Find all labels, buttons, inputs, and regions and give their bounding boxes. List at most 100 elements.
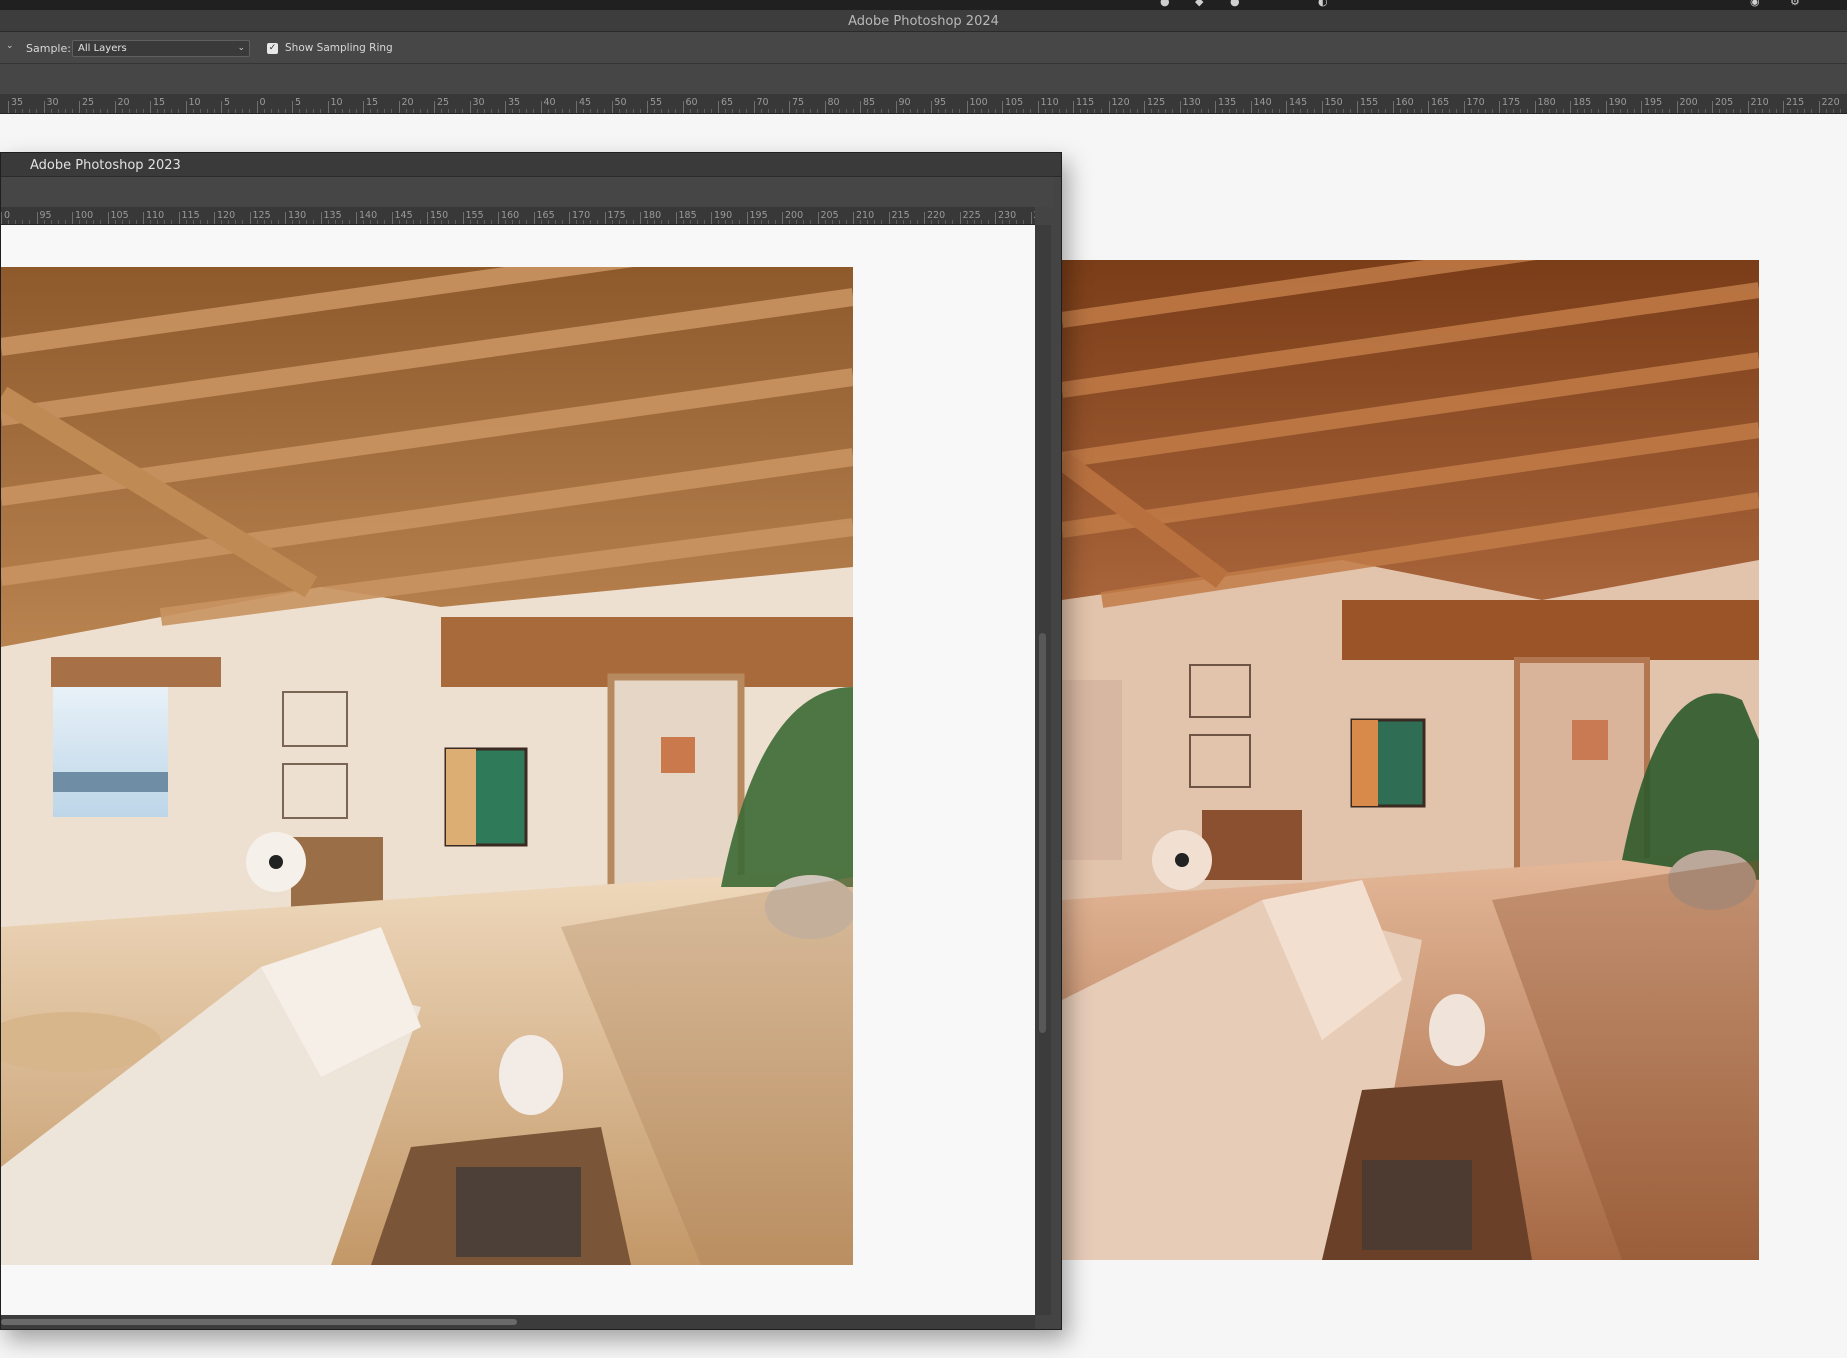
window-title-bar-2023[interactable]: Adobe Photoshop 2023 xyxy=(1,153,1061,177)
ruler-minor-tick xyxy=(668,109,670,113)
ruler-minor-tick xyxy=(93,109,95,113)
ruler-major-tick xyxy=(569,212,570,224)
ruler-minor-tick xyxy=(1122,109,1124,113)
ruler-minor-tick xyxy=(1612,109,1614,113)
ruler-minor-tick xyxy=(526,109,528,113)
ruler-label: 140 xyxy=(359,210,378,221)
ruler-minor-tick xyxy=(1371,109,1373,113)
ruler-minor-tick xyxy=(29,220,31,224)
ruler-minor-tick xyxy=(228,109,230,113)
ruler-minor-tick xyxy=(945,109,947,113)
ruler-minor-tick xyxy=(781,109,783,113)
ruler-label: 160 xyxy=(501,210,520,221)
ruler-minor-tick xyxy=(725,109,727,113)
ruler-minor-tick xyxy=(909,109,911,113)
ruler-minor-tick xyxy=(36,109,38,113)
ruler-minor-tick xyxy=(980,220,982,224)
ruler-minor-tick xyxy=(1222,109,1224,113)
ruler-minor-tick xyxy=(874,220,876,224)
sample-label: Sample: xyxy=(26,42,71,55)
ruler-minor-tick xyxy=(1768,109,1770,113)
chevron-down-icon[interactable]: ⌄ xyxy=(6,41,14,51)
ruler-minor-tick xyxy=(249,109,251,113)
ruler-minor-tick xyxy=(796,109,798,113)
ruler-minor-tick xyxy=(157,109,159,113)
ruler-minor-tick xyxy=(1165,109,1167,113)
ruler-major-tick xyxy=(1179,101,1181,113)
ruler-label: 205 xyxy=(1715,97,1734,108)
vertical-scroll-thumb[interactable] xyxy=(1039,633,1046,1033)
ruler-minor-tick xyxy=(1335,109,1337,113)
ruler-minor-tick xyxy=(838,109,840,113)
ruler-minor-tick xyxy=(561,220,563,224)
ruler-major-tick xyxy=(1463,101,1465,113)
ruler-minor-tick xyxy=(377,220,379,224)
ruler-minor-tick xyxy=(370,109,372,113)
ruler-minor-tick xyxy=(1584,109,1586,113)
ruler-label: 25 xyxy=(82,97,95,108)
canvas-2023[interactable] xyxy=(1,225,1035,1315)
ruler-label: 215 xyxy=(891,210,910,221)
ruler-minor-tick xyxy=(845,220,847,224)
ruler-major-tick xyxy=(327,101,329,113)
ruler-minor-tick xyxy=(561,109,563,113)
ruler-minor-tick xyxy=(334,109,336,113)
ruler-label: 220 xyxy=(1821,97,1840,108)
ruler-label: 40 xyxy=(543,97,556,108)
ruler-label: 10 xyxy=(188,97,201,108)
horizontal-scroll-thumb[interactable] xyxy=(1,1319,517,1325)
ruler-minor-tick xyxy=(455,220,457,224)
ruler-minor-tick xyxy=(50,109,52,113)
ruler-major-tick xyxy=(72,212,73,224)
sample-select[interactable]: All Layers ⌄ xyxy=(72,40,250,57)
photoshop-2023-window[interactable]: Adobe Photoshop 2023 0 95 100 105 110 115 120 1… xyxy=(0,152,1062,1330)
horizontal-ruler-2024[interactable]: 35 30 25 20 15 10 5 0 5 10 15 20 25 30 35 40 45 50 55 60 65 7… xyxy=(0,94,1847,114)
ruler-minor-tick xyxy=(689,109,691,113)
vertical-scrollbar-2023[interactable] xyxy=(1035,225,1051,1315)
ruler-major-tick xyxy=(675,212,677,224)
ruler-minor-tick xyxy=(696,220,698,224)
ruler-minor-tick xyxy=(1804,109,1806,113)
ruler-minor-tick xyxy=(732,109,734,113)
ruler-minor-tick xyxy=(1293,109,1295,113)
ruler-major-tick xyxy=(498,212,499,224)
horizontal-scrollbar-2023[interactable] xyxy=(1,1315,1035,1329)
ruler-minor-tick xyxy=(1470,109,1472,113)
ruler-label: 165 xyxy=(1431,97,1450,108)
show-sampling-ring-label[interactable]: Show Sampling Ring xyxy=(285,42,393,54)
ruler-label: 230 xyxy=(998,210,1017,221)
status-icon: ● xyxy=(1230,0,1240,8)
ruler-minor-tick xyxy=(412,109,414,113)
ruler-major-tick xyxy=(647,101,648,113)
ruler-minor-tick xyxy=(1591,109,1593,113)
horizontal-ruler-2023[interactable]: 0 95 100 105 110 115 120 125 130 135 140 145 150 155 1… xyxy=(1,207,1035,225)
ruler-minor-tick xyxy=(590,220,592,224)
ruler-major-tick xyxy=(178,212,180,224)
ruler-minor-tick xyxy=(1662,109,1664,113)
ruler-major-tick xyxy=(895,101,897,113)
ruler-minor-tick xyxy=(384,220,386,224)
ruler-minor-tick xyxy=(1669,109,1671,113)
ruler-minor-tick xyxy=(270,109,272,113)
ruler-label: 150 xyxy=(1324,97,1343,108)
ruler-minor-tick xyxy=(142,109,144,113)
ruler-minor-tick xyxy=(1506,109,1508,113)
ruler-minor-tick xyxy=(128,220,130,224)
ruler-minor-tick xyxy=(71,109,73,113)
ruler-minor-tick xyxy=(583,109,585,113)
ruler-label: 65 xyxy=(721,97,734,108)
ruler-minor-tick xyxy=(405,109,407,113)
ruler-minor-tick xyxy=(1435,109,1437,113)
ruler-minor-tick xyxy=(1193,109,1195,113)
ruler-minor-tick xyxy=(29,109,31,113)
ruler-minor-tick xyxy=(242,220,244,224)
ruler-minor-tick xyxy=(320,109,322,113)
status-icon: ⚙ xyxy=(1790,0,1800,8)
ruler-label: 130 xyxy=(288,210,307,221)
show-sampling-ring-checkbox[interactable]: ✓ xyxy=(267,43,278,54)
ruler-minor-tick xyxy=(391,109,393,113)
ruler-minor-tick xyxy=(206,109,208,113)
ruler-label: 115 xyxy=(1076,97,1095,108)
ruler-minor-tick xyxy=(270,220,272,224)
ruler-minor-tick xyxy=(1151,109,1153,113)
